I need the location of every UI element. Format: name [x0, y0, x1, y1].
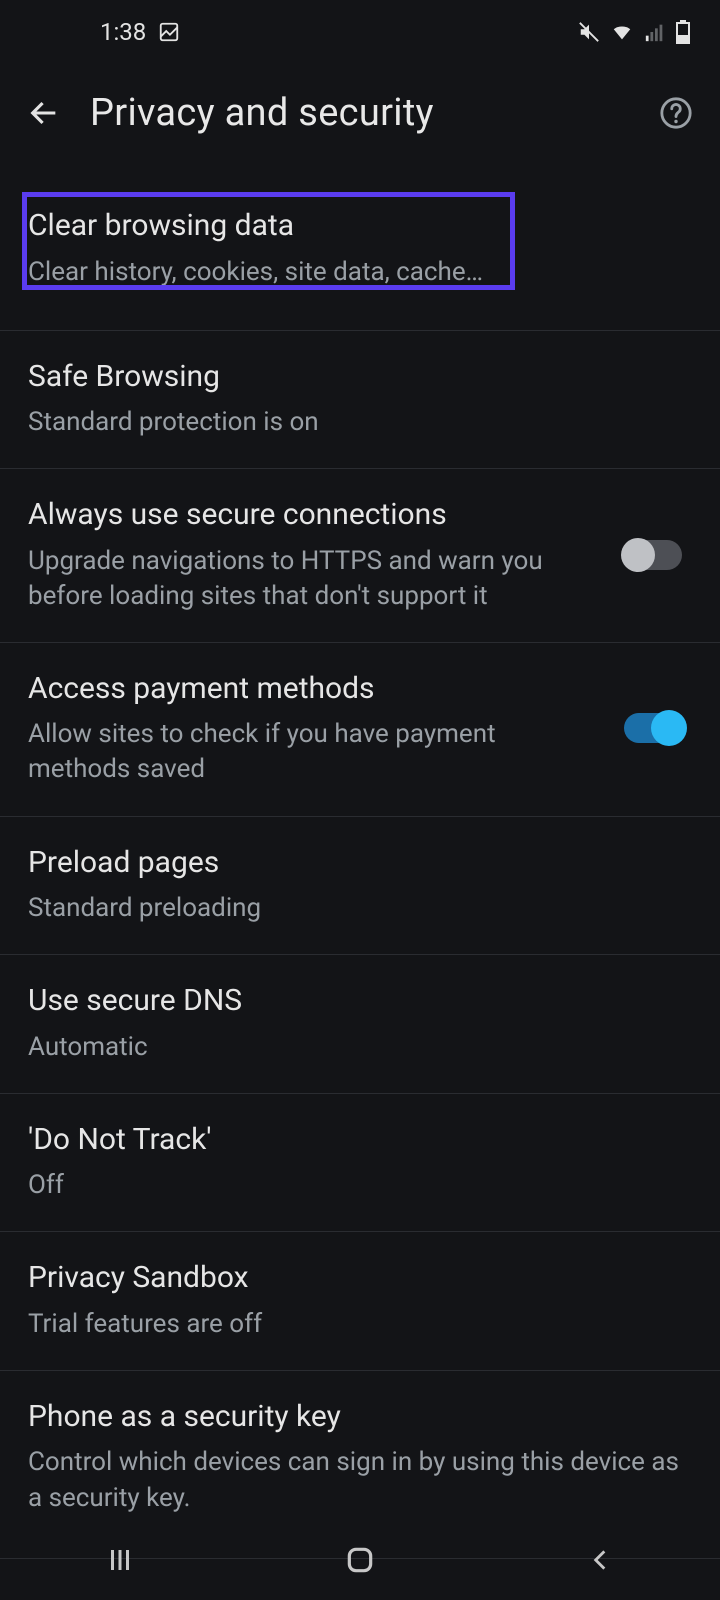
- help-circle-icon: [659, 96, 693, 130]
- recents-icon: [105, 1545, 135, 1575]
- system-nav-bar: [0, 1520, 720, 1600]
- wifi-icon: [610, 21, 634, 43]
- nav-recents-button[interactable]: [60, 1536, 180, 1584]
- chevron-left-icon: [587, 1545, 613, 1575]
- status-left: 1:38: [100, 18, 180, 46]
- item-subtitle: Control which devices can sign in by usi…: [28, 1445, 692, 1515]
- item-always-use-secure-connections[interactable]: Always use secure connections Upgrade na…: [0, 468, 720, 642]
- back-button[interactable]: [20, 89, 68, 137]
- item-privacy-sandbox[interactable]: Privacy Sandbox Trial features are off: [0, 1231, 720, 1370]
- page-title: Privacy and security: [90, 91, 630, 135]
- item-title: Access payment methods: [28, 669, 604, 710]
- item-title: Always use secure connections: [28, 495, 604, 536]
- item-subtitle: Trial features are off: [28, 1307, 692, 1342]
- arrow-left-icon: [27, 96, 61, 130]
- item-title: Preload pages: [28, 843, 692, 884]
- item-do-not-track[interactable]: 'Do Not Track' Off: [0, 1093, 720, 1232]
- status-time: 1:38: [100, 18, 146, 46]
- nav-home-button[interactable]: [300, 1536, 420, 1584]
- item-subtitle: Clear history, cookies, site data, cache…: [28, 255, 692, 290]
- item-subtitle: Standard preloading: [28, 891, 692, 926]
- item-title: Safe Browsing: [28, 357, 692, 398]
- item-preload-pages[interactable]: Preload pages Standard preloading: [0, 816, 720, 955]
- app-bar: Privacy and security: [0, 64, 720, 162]
- item-subtitle: Automatic: [28, 1030, 692, 1065]
- item-access-payment-methods[interactable]: Access payment methods Allow sites to ch…: [0, 642, 720, 816]
- item-title: Clear browsing data: [28, 206, 692, 247]
- status-bar: 1:38: [0, 0, 720, 64]
- status-right: [578, 20, 690, 44]
- item-use-secure-dns[interactable]: Use secure DNS Automatic: [0, 954, 720, 1093]
- item-title: Privacy Sandbox: [28, 1258, 692, 1299]
- image-icon: [158, 21, 180, 43]
- item-subtitle: Off: [28, 1168, 692, 1203]
- item-title: Phone as a security key: [28, 1397, 692, 1438]
- mute-icon: [578, 21, 600, 43]
- item-safe-browsing[interactable]: Safe Browsing Standard protection is on: [0, 330, 720, 469]
- nav-back-button[interactable]: [540, 1536, 660, 1584]
- item-phone-as-security-key[interactable]: Phone as a security key Control which de…: [0, 1370, 720, 1544]
- battery-icon: [676, 20, 690, 44]
- settings-list: Clear browsing data Clear history, cooki…: [0, 176, 720, 1559]
- item-subtitle: Standard protection is on: [28, 405, 692, 440]
- item-title: 'Do Not Track': [28, 1120, 692, 1161]
- help-button[interactable]: [652, 89, 700, 137]
- toggle-secure-connections[interactable]: [624, 540, 682, 570]
- signal-icon: [644, 21, 666, 43]
- item-title: Use secure DNS: [28, 981, 692, 1022]
- item-clear-browsing-data[interactable]: Clear browsing data Clear history, cooki…: [0, 176, 720, 330]
- home-icon: [344, 1544, 376, 1576]
- toggle-payment-methods[interactable]: [624, 713, 682, 743]
- item-subtitle: Upgrade navigations to HTTPS and warn yo…: [28, 544, 604, 614]
- item-subtitle: Allow sites to check if you have payment…: [28, 717, 604, 787]
